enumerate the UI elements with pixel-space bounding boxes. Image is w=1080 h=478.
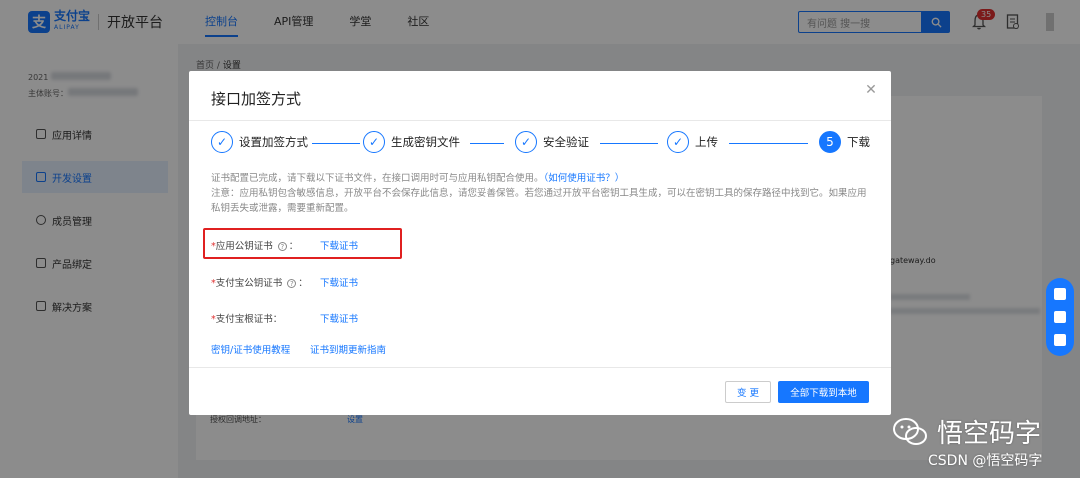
step-3: ✓ 安全验证 [515, 131, 589, 153]
signing-method-modal: 接口加签方式 ✕ ✓ 设置加签方式 ✓ 生成密钥文件 ✓ 安全验证 ✓ 上传 5… [189, 71, 891, 415]
help-icon[interactable]: ? [277, 242, 287, 251]
check-icon: ✓ [515, 131, 537, 153]
cert-renewal-guide-link[interactable]: 证书到期更新指南 [310, 342, 386, 356]
feedback-icon[interactable] [1054, 334, 1066, 347]
step-label: 生成密钥文件 [391, 135, 460, 149]
modal-title: 接口加签方式 [211, 90, 302, 108]
step-1: ✓ 设置加签方式 [211, 131, 308, 153]
key-cert-tutorial-link[interactable]: 密钥/证书使用教程 [211, 342, 290, 356]
help-icon[interactable] [1054, 287, 1066, 300]
alipay-public-cert-field: *支付宝公钥证书 ?： [211, 275, 308, 289]
download-all-button[interactable]: 全部下载到本地 [778, 381, 869, 403]
check-icon: ✓ [211, 131, 233, 153]
footer-divider [189, 367, 891, 368]
step-connector [470, 143, 504, 144]
watermark-name: 悟空码字 [937, 419, 1042, 449]
step-label: 上传 [695, 135, 718, 149]
field-colon: ： [298, 278, 308, 289]
csdn-watermark: CSDN @悟空码字 [928, 453, 1043, 469]
alipay-root-cert-field: *支付宝根证书： [211, 311, 282, 325]
desc-line-1: 证书配置已完成，请下载以下证书文件，在接口调用时可与应用私钥配合使用。 [211, 173, 544, 184]
step-4: ✓ 上传 [667, 131, 718, 153]
wechat-icon [893, 417, 927, 445]
field-label: 支付宝根证书 [215, 314, 273, 325]
step-connector [312, 143, 360, 144]
step-5: 5 下载 [819, 131, 870, 153]
step-connector [600, 143, 658, 144]
floating-help-bar [1046, 278, 1074, 356]
check-icon: ✓ [667, 131, 689, 153]
app-public-cert-field: *应用公钥证书 ?： [211, 238, 298, 252]
step-label: 安全验证 [543, 135, 589, 149]
chat-icon[interactable] [1054, 310, 1066, 323]
modal-description: 证书配置已完成，请下载以下证书文件，在接口调用时可与应用私钥配合使用。（如何使用… [211, 171, 871, 216]
step-number: 5 [819, 131, 841, 153]
step-label: 设置加签方式 [239, 135, 308, 149]
field-label: 支付宝公钥证书 [215, 278, 283, 289]
wechat-watermark: 悟空码字 [893, 413, 1041, 450]
how-to-use-cert-link[interactable]: （如何使用证书？） [544, 173, 625, 184]
step-connector [729, 143, 808, 144]
check-icon: ✓ [363, 131, 385, 153]
modal-divider [189, 120, 891, 121]
field-colon: ： [288, 241, 299, 252]
change-button[interactable]: 变 更 [725, 381, 771, 403]
download-alipay-root-cert[interactable]: 下载证书 [320, 311, 358, 325]
close-icon[interactable]: ✕ [863, 82, 879, 98]
field-colon: ： [272, 314, 283, 325]
download-app-public-cert[interactable]: 下载证书 [320, 238, 358, 252]
field-label: 应用公钥证书 [215, 241, 273, 252]
help-icon[interactable]: ? [287, 279, 297, 288]
desc-line-2: 注意：应用私钥包含敏感信息，开放平台不会保存此信息，请您妥善保管。若您通过开放平… [211, 188, 867, 214]
step-2: ✓ 生成密钥文件 [363, 131, 460, 153]
step-label: 下载 [847, 135, 870, 149]
download-alipay-public-cert[interactable]: 下载证书 [320, 275, 358, 289]
